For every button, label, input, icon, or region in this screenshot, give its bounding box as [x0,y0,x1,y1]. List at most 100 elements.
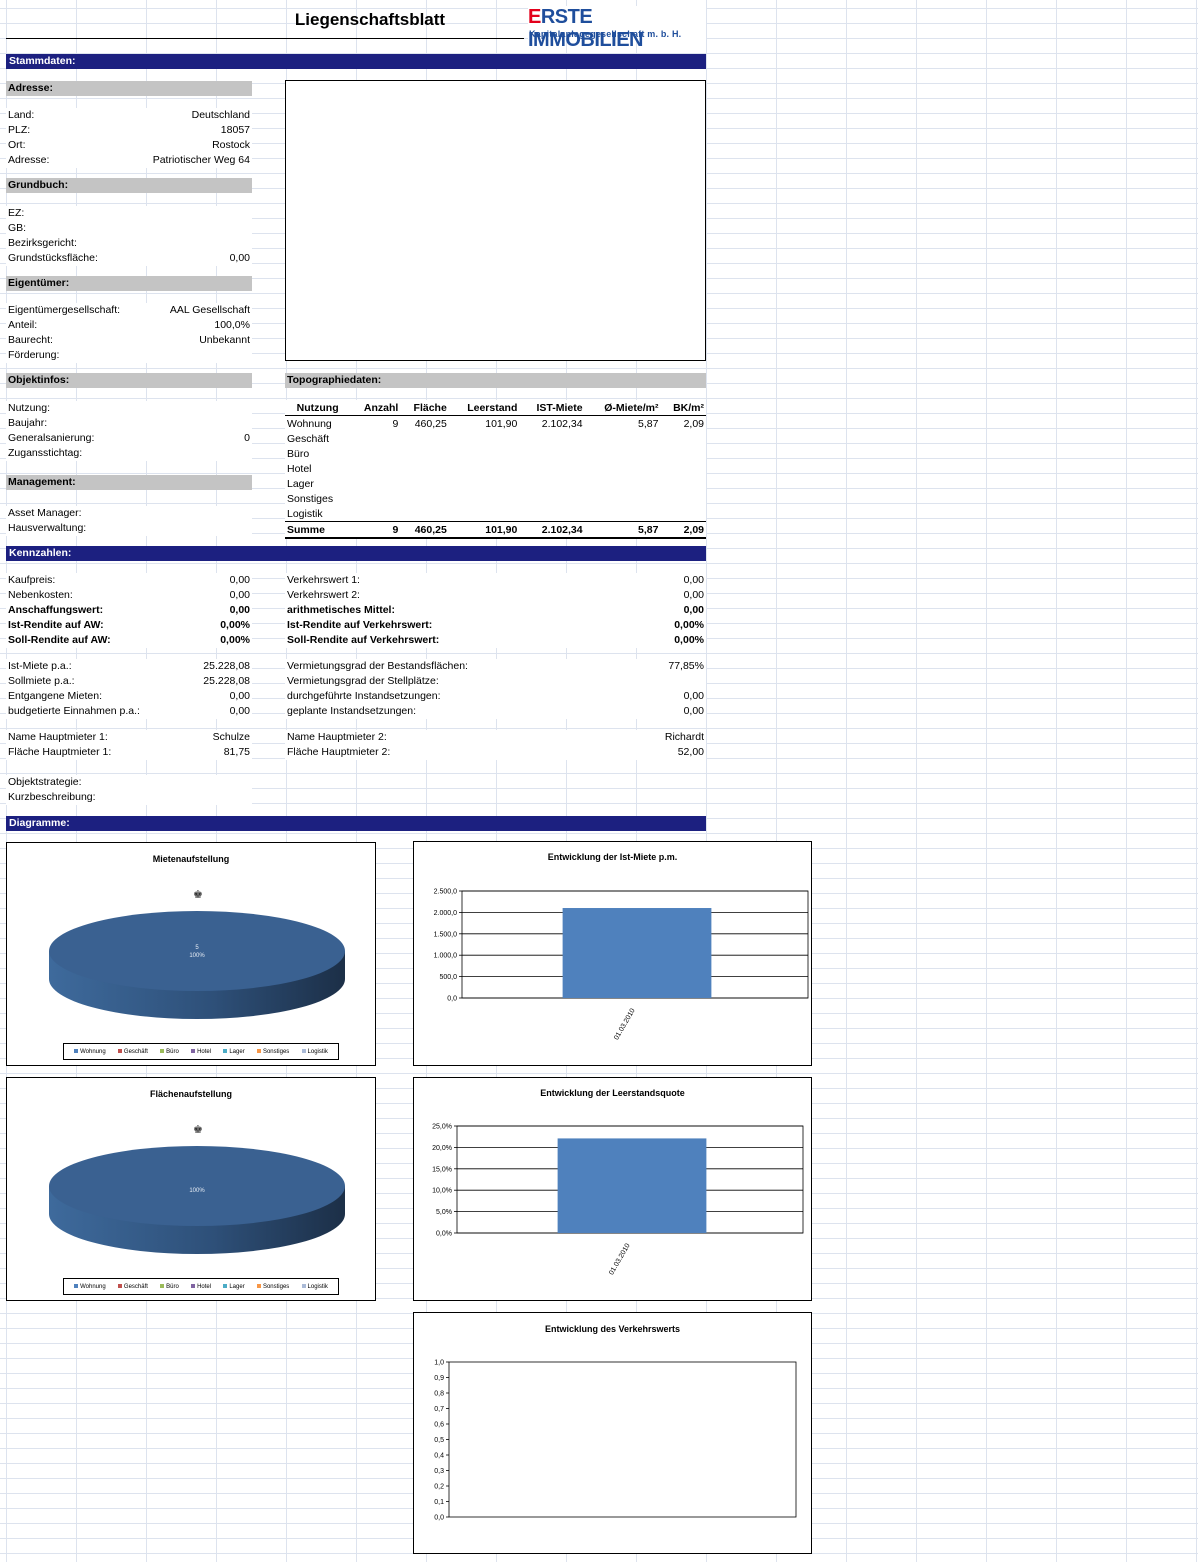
legend-swatch [117,1283,122,1288]
table-cell [585,506,661,522]
row-grundstuecksflaeche: Grundstücksfläche: 0,00 [6,251,252,266]
bar-chart-svg: 0,0% 5,0% 10,0% 15,0% 20,0% 25,0% 01.03.2010 [432,1124,804,1276]
legend-swatch [223,1283,228,1288]
y-tick-label: 0,5 [434,1437,444,1444]
table-cell [350,431,400,446]
chart-sheet-icon: ♚ [193,1124,203,1136]
legend-swatch [191,1048,196,1053]
table-cell: Sonstiges [287,492,334,505]
legend-swatch [74,1048,79,1053]
column-header: Nutzung [285,400,351,416]
kennzahl-row: durchgeführte Instandsetzungen: 0,00 [285,689,706,704]
legend-swatch [117,1048,122,1053]
legend-swatch [191,1283,196,1288]
row-asset-manager: Asset Manager: [6,506,252,521]
table-cell [519,461,584,476]
heading-objektinfos: Objektinfos: [6,373,252,388]
legend-swatch [160,1048,165,1053]
y-tick-label: 1,0 [434,1360,444,1367]
table-cell [660,461,706,476]
legend-swatch [301,1048,306,1053]
kennzahl-row: Anschaffungswert: 0,00 [6,603,252,618]
table-cell [400,506,449,522]
table-cell [660,431,706,446]
bar [562,908,712,998]
table-cell: 5,87 [584,521,661,539]
row-anteil: Anteil: 100,0% [6,318,252,333]
table-row: Lager [285,476,706,491]
y-tick-label: 0,3 [434,1468,444,1475]
legend-item: Hotel [191,1284,211,1290]
legend-swatch [256,1283,261,1288]
y-tick-label: 1.000,0 [434,953,457,960]
logo-subtitle: Kapitalanlagegesellschaft m. b. H. [529,29,682,39]
legend-swatch [223,1048,228,1053]
chart-legend: Wohnung Geschäft Büro Hotel Lager Sonstiges Lo… [63,1043,339,1060]
y-tick-label: 0,7 [434,1406,444,1413]
legend-item: Lager [223,1283,245,1290]
kennzahl-row: Soll-Rendite auf AW: 0,00% [6,633,252,648]
row-nutzung: Nutzung: [6,401,252,416]
table-row: Sonstiges [285,491,706,506]
row-adresse: Adresse: Patriotischer Weg 64 [6,153,252,168]
table-cell: 9 [392,417,399,430]
table-cell [519,431,584,446]
table-cell [449,431,520,446]
title-underline [6,38,524,39]
pie-chart-svg: ♚ 100% [49,1124,345,1254]
legend-swatch [301,1283,306,1288]
topography-table: Nutzung Anzahl Fläche Leerstand IST-Miet… [285,400,706,539]
table-cell: 2.102,34 [541,417,583,430]
y-tick-label: 0,0% [436,1231,452,1238]
row-ez: EZ: [6,206,252,221]
table-cell: 5,87 [638,417,659,430]
table-cell [449,506,520,522]
bar [557,1138,707,1233]
chart-verkehrswert: Entwicklung des Verkehrswerts 0,0 0,1 0,2 0… [413,1312,812,1554]
table-cell: Summe [285,521,351,539]
row-foerderung: Förderung: [6,348,252,363]
table-cell [519,491,584,506]
table-row: Wohnung 9 460,25 101,90 2.102,34 5,87 2,09 [285,416,706,432]
column-header: IST-Miete [519,400,585,416]
table-cell [449,476,520,491]
row-generalsanierung: Generalsanierung: 0 [6,431,252,446]
kennzahl-row: geplante Instandsetzungen: 0,00 [285,704,706,719]
table-cell [660,506,706,522]
table-cell: Hotel [287,462,312,475]
chart-legend: Wohnung Geschäft Büro Hotel Lager Sonstiges Lo… [63,1278,339,1295]
row-ort: Ort: Rostock [6,138,252,153]
y-tick-label: 15,0% [432,1166,452,1173]
hauptmieter-row: Name Hauptmieter 2: Richardt [285,730,706,745]
y-tick-label: 1.500,0 [434,931,457,938]
kennzahl-row: Soll-Rendite auf Verkehrswert: 0,00% [285,633,706,648]
plot-area [448,1361,797,1518]
pie-percent-label: 100% [189,953,205,959]
row-eigentuemergesellschaft: Eigentümergesellschaft: AAL Gesellschaft [6,303,252,318]
y-tick-label: 0,1 [434,1499,444,1506]
y-tick-label: 0,8 [434,1391,444,1398]
table-cell [350,461,400,476]
legend-swatch [160,1283,165,1288]
legend-item: Geschäft [117,1048,148,1055]
property-photo-frame [285,80,706,361]
table-cell [660,476,706,491]
y-tick-label: 0,9 [434,1375,444,1382]
y-tick-label: 0,2 [434,1484,444,1491]
table-cell: Lager [287,477,314,490]
legend-swatch [256,1048,261,1053]
heading-eigentuemer: Eigentümer: [6,276,252,291]
table-cell: 2.102,34 [519,521,585,539]
table-cell [350,506,400,522]
section-diagramme: Diagramme: [6,816,706,831]
kennzahl-row: Vermietungsgrad der Stellplätze: [285,674,706,689]
table-cell: 460,25 [414,417,447,430]
row-zugangsstichtag: Zugansstichtag: [6,446,252,461]
section-stammdaten: Stammdaten: [6,54,706,69]
column-header: Leerstand [448,400,520,416]
table-cell: 2,09 [660,521,706,539]
legend-item: Büro [160,1049,179,1055]
kennzahl-row: Kaufpreis: 0,00 [6,573,252,588]
hauptmieter-row: Fläche Hauptmieter 2: 52,00 [285,745,706,760]
hauptmieter-row: Name Hauptmieter 1: Schulze [6,730,252,745]
